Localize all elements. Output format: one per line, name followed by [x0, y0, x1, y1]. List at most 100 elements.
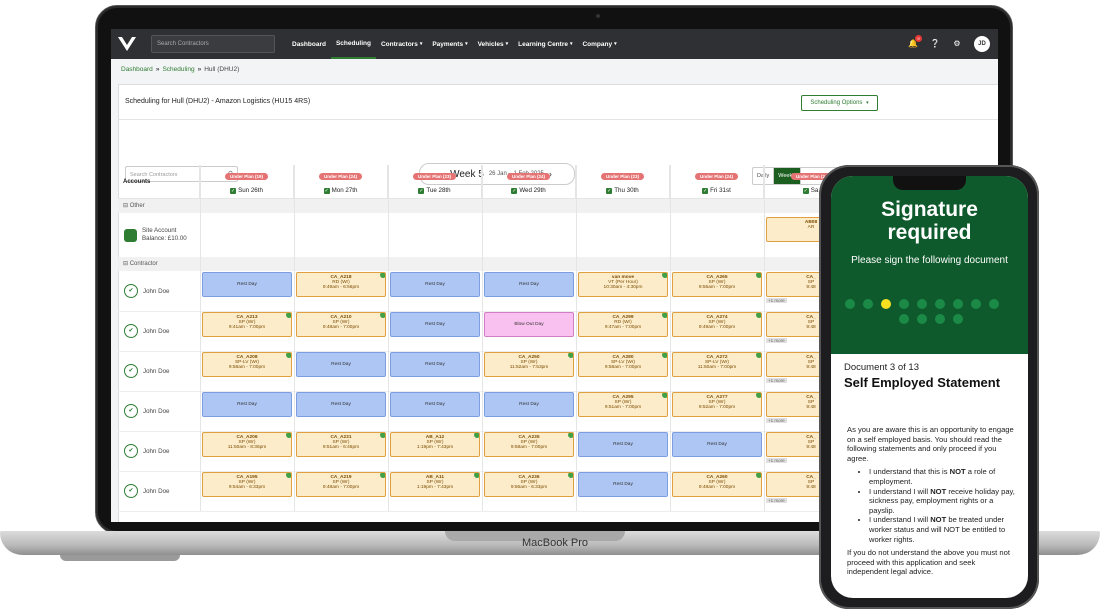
shift-time: 1:19pm - 7:43pm	[416, 485, 454, 490]
shift-card[interactable]: AB_A11 SP (Wr) 1:19pm - 7:43pm	[390, 472, 480, 497]
blow-out-day-card[interactable]: Blow Out Day	[484, 312, 574, 337]
shift-card[interactable]: CA_A213 SP (Wr) 9:41am - 7:00pm	[202, 312, 292, 337]
day-name[interactable]: ✓ Tue 28th	[388, 187, 481, 194]
shift-card[interactable]: CA_A235 SP (Wr) 9:58am - 7:00pm	[484, 432, 574, 457]
shift-card[interactable]: CA_A208 SP-LV (Wr) 9:58am - 7:00pm	[202, 352, 292, 377]
day-header: Under Plan (24) ✓ Mon 27th	[294, 165, 388, 199]
collapse-icon[interactable]: ⊟	[123, 261, 130, 267]
more-shifts-link[interactable]: +1 more	[766, 378, 787, 383]
shift-card[interactable]: CA_A210 SP (Wr) 9:48am - 7:00pm	[296, 312, 386, 337]
rest-day-card[interactable]: Rest Day	[390, 392, 480, 417]
checkbox-icon[interactable]: ✓	[606, 188, 613, 194]
shift-card[interactable]: CA_A206 SP (Wr) 11:50am - 8:36pm	[202, 432, 292, 457]
contractor-label[interactable]: ✔ John Doe	[118, 351, 201, 391]
checkbox-icon[interactable]: ✓	[418, 188, 425, 194]
shift-card[interactable]: CA_A250 SP (Wr) 11:52am - 7:53pm	[484, 352, 574, 377]
nav-item-contractors[interactable]: Contractors ▾	[376, 29, 427, 59]
site-account-label: Site Account Balance: £10.00	[118, 213, 201, 257]
shift-card[interactable]: CA_A274 SP (Wr) 9:49am - 7:00pm	[672, 312, 762, 337]
rest-day-card[interactable]: Rest Day	[484, 392, 574, 417]
shift-card[interactable]: CA_A280 SP-LV (Wr) 9:58am - 7:00pm	[578, 352, 668, 377]
completed-check-icon	[756, 393, 761, 398]
rest-day-card[interactable]: Rest Day	[202, 392, 292, 417]
signature-header: Signature required Please sign the follow…	[831, 176, 1028, 354]
gear-icon[interactable]: ⚙	[952, 39, 962, 49]
more-shifts-link[interactable]: +1 more	[766, 418, 787, 423]
shift-time: 10:30am - 4:30pm	[603, 285, 643, 290]
checkbox-icon[interactable]: ✓	[230, 188, 237, 194]
shift-card[interactable]: CA_A277 SP (Wr) 9:52am - 7:00pm	[672, 392, 762, 417]
help-icon[interactable]: ❔	[930, 39, 940, 49]
breadcrumb-current: Hull (DHU2)	[204, 66, 240, 73]
rest-day-card[interactable]: Rest Day	[296, 352, 386, 377]
shift-card[interactable]: AB_A12 SP (Wr) 1:19pm - 7:43pm	[390, 432, 480, 457]
shift-time: 9:48am - 7:00pm	[322, 485, 360, 490]
shift-time: 9:58am - 7:00pm	[604, 365, 642, 370]
rest-day-card[interactable]: Rest Day	[202, 272, 292, 297]
collapse-icon[interactable]: ⊟	[123, 203, 130, 209]
day-name[interactable]: ✓ Thu 30th	[576, 187, 669, 194]
phone-notch	[893, 176, 966, 190]
nav-item-company[interactable]: Company ▾	[577, 29, 621, 59]
nav-item-payments[interactable]: Payments ▾	[427, 29, 472, 59]
day-name[interactable]: ✓ Fri 31st	[670, 187, 763, 194]
shift-card[interactable]: CA_A236 SP (Wr) 9:56am - 6:33pm	[484, 472, 574, 497]
shift-card[interactable]: CA_A218 RD (Wr) 9:49am - 6:56pm	[296, 272, 386, 297]
contractor-label[interactable]: ✔ John Doe	[118, 391, 201, 431]
checkbox-icon[interactable]: ✓	[511, 188, 518, 194]
contractor-label[interactable]: ✔ John Doe	[118, 471, 201, 511]
shift-time: 9:48am - 7:00pm	[698, 485, 736, 490]
more-shifts-link[interactable]: +1 more	[766, 458, 787, 463]
contractor-label[interactable]: ✔ John Doe	[118, 431, 201, 471]
more-shifts-link[interactable]: +1 more	[766, 298, 787, 303]
breadcrumb-scheduling[interactable]: Scheduling	[162, 66, 194, 73]
accounts-header: Accounts	[118, 165, 200, 199]
camera-dot	[596, 14, 600, 18]
rest-day-card[interactable]: Rest Day	[296, 392, 386, 417]
rest-day-card[interactable]: Rest Day	[578, 472, 668, 497]
avatar[interactable]: JD	[974, 36, 990, 52]
day-header: Under Plan (24) ✓ Fri 31st	[670, 165, 764, 199]
rest-day-card[interactable]: Rest Day	[484, 272, 574, 297]
contractor-label[interactable]: ✔ John Doe	[118, 311, 201, 351]
shift-time: 9:54am - 6:33pm	[228, 485, 266, 490]
shift-card[interactable]: CA_A265 SP (Wr) 9:55am - 7:00pm	[672, 272, 762, 297]
rest-day-card[interactable]: Rest Day	[390, 272, 480, 297]
shift-card[interactable]: van move VT (Per Hour) 10:30am - 4:30pm	[578, 272, 668, 297]
checkbox-icon[interactable]: ✓	[323, 188, 330, 194]
shift-card[interactable]: CA_A219 SP (Wr) 9:48am - 7:00pm	[296, 472, 386, 497]
day-name[interactable]: ✓ Wed 29th	[482, 187, 575, 194]
completed-check-icon	[662, 273, 667, 278]
nav-item-vehicles[interactable]: Vehicles ▾	[473, 29, 514, 59]
checkbox-icon[interactable]: ✓	[802, 188, 809, 194]
day-name[interactable]: ✓ Mon 27th	[294, 187, 387, 194]
search-contractors-input[interactable]: Search Contractors	[151, 35, 275, 53]
day-name[interactable]: ✓ Sun 26th	[200, 187, 293, 194]
more-shifts-link[interactable]: +1 more	[766, 338, 787, 343]
bell-icon[interactable]: 🔔 9	[908, 35, 922, 49]
shift-card[interactable]: CA_A295 SP (Wr) 9:51am - 7:00pm	[578, 392, 668, 417]
shift-card[interactable]: CA_A231 SP (Wr) 9:51am - 6:46pm	[296, 432, 386, 457]
rest-day-card[interactable]: Rest Day	[390, 312, 480, 337]
company-logo-icon[interactable]	[117, 34, 137, 54]
nav-item-learning-centre[interactable]: Learning Centre ▾	[513, 29, 577, 59]
scheduling-options-button[interactable]: Scheduling Options ▾	[801, 95, 878, 111]
nav-item-scheduling[interactable]: Scheduling	[330, 29, 376, 59]
checkbox-icon[interactable]: ✓	[702, 188, 709, 194]
shift-time: 9:48am - 7:00pm	[322, 325, 360, 330]
nav-item-dashboard[interactable]: Dashboard	[287, 29, 331, 59]
rest-day-card[interactable]: Rest Day	[672, 432, 762, 457]
shift-card[interactable]: CA_A272 SP-LV (Wr) 11:50am - 7:00pm	[672, 352, 762, 377]
rest-day-card[interactable]: Rest Day	[578, 432, 668, 457]
shift-card[interactable]: CA_A260 SP (Wr) 9:48am - 7:00pm	[672, 472, 762, 497]
more-shifts-link[interactable]: +1 more	[766, 498, 787, 503]
shift-card[interactable]: CA_A299 RD (Wr) 9:47am - 7:00pm	[578, 312, 668, 337]
contractor-label[interactable]: ✔ John Doe	[118, 271, 201, 311]
shift-card[interactable]: CA_A195 SP (Wr) 9:54am - 6:33pm	[202, 472, 292, 497]
completed-check-icon	[286, 473, 291, 478]
shift-time: 9:52am - 7:00pm	[698, 405, 736, 410]
breadcrumb-dashboard[interactable]: Dashboard	[121, 66, 153, 73]
rest-day-card[interactable]: Rest Day	[390, 352, 480, 377]
signature-subtitle: Please sign the following document	[851, 255, 1008, 266]
contractor-avatar-icon: ✔	[124, 484, 138, 498]
